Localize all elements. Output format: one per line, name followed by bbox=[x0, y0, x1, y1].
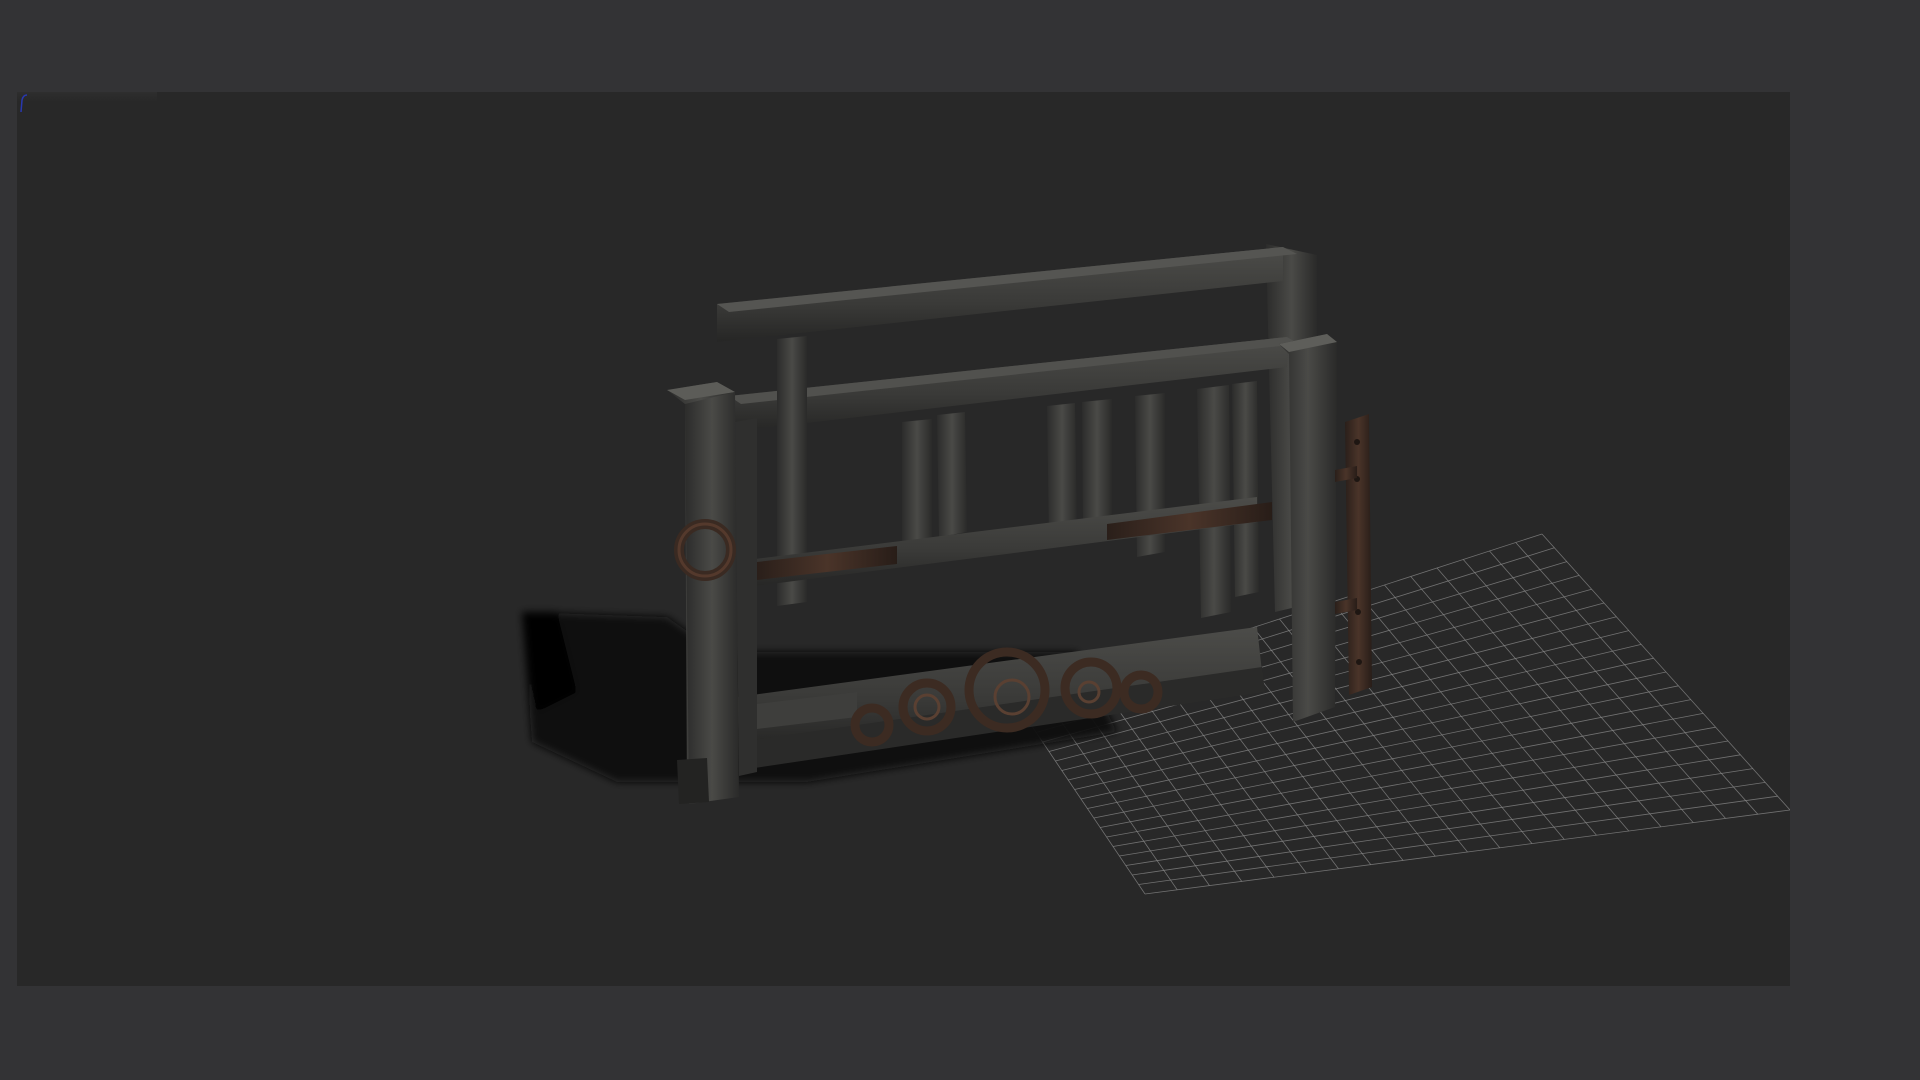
grid-line bbox=[1489, 550, 1726, 819]
grid-line bbox=[1541, 533, 1790, 811]
grid-line bbox=[1138, 795, 1778, 885]
app-window bbox=[0, 0, 1920, 1080]
3d-viewport[interactable] bbox=[17, 92, 1790, 986]
grid-line bbox=[1144, 809, 1790, 895]
grid-line bbox=[1125, 768, 1753, 866]
grid-line bbox=[1132, 782, 1766, 876]
viewport-scene bbox=[522, 244, 1790, 895]
axis-gizmo-icon bbox=[20, 94, 28, 113]
ground-grid bbox=[1016, 533, 1790, 895]
grid-line bbox=[1515, 542, 1759, 815]
